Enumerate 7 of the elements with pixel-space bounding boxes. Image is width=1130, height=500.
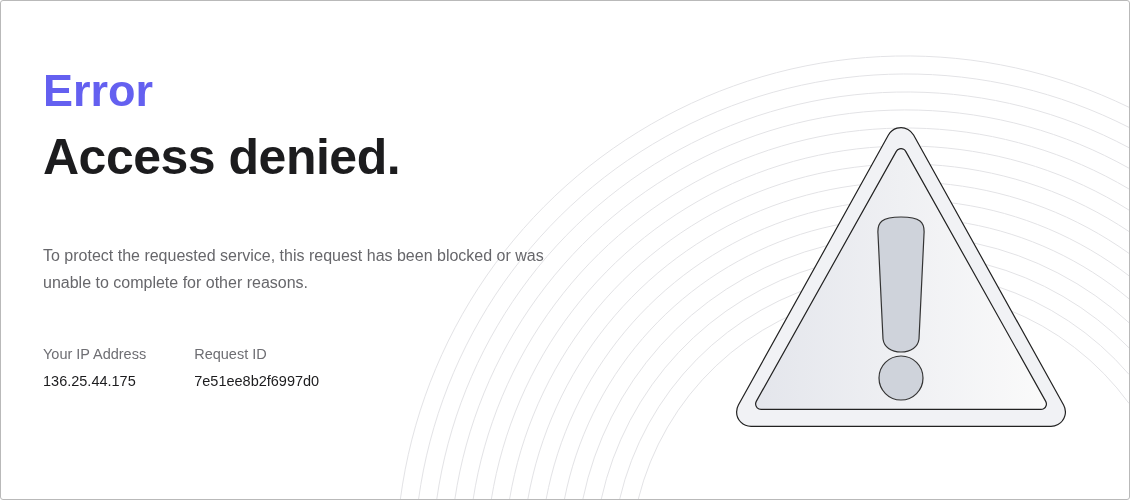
detail-label: Your IP Address bbox=[43, 346, 147, 362]
detail-value: 136.25.44.175 bbox=[43, 373, 137, 389]
page-title: Access denied. bbox=[43, 128, 402, 187]
detail-label: Request ID bbox=[194, 346, 268, 362]
error-label: Error bbox=[43, 64, 155, 118]
detail-value: 7e51ee8b2f6997d0 bbox=[194, 373, 320, 389]
error-message: To protect the requested service, this request has been blocked or was unable to complete for other reasons. bbox=[43, 246, 545, 293]
